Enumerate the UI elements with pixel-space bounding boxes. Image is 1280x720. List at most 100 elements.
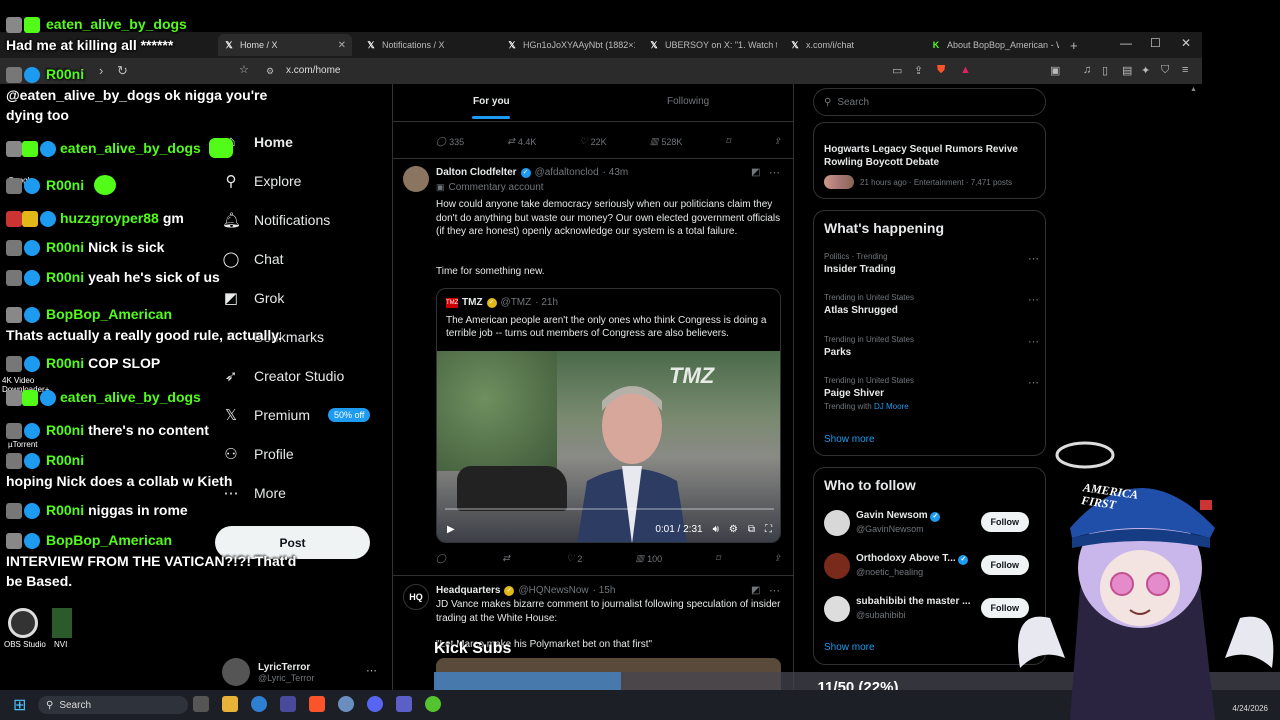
news-card[interactable]: Hogwarts Legacy Sequel Rumors Revive Row… [813, 122, 1046, 199]
more-icon[interactable]: ⋯ [1028, 293, 1039, 306]
reload-icon[interactable]: ↻ [117, 63, 128, 79]
discord-icon[interactable] [367, 696, 383, 712]
reply-button[interactable]: ◯ 335 [436, 136, 464, 147]
trend-item[interactable]: Trending in United States Paige Shiver T… [824, 376, 1039, 411]
brave-rewards-icon[interactable]: ▲ [960, 64, 971, 76]
author-name[interactable]: Headquarters [436, 585, 500, 596]
video-progress-track[interactable] [445, 508, 774, 510]
author-name[interactable]: Dalton Clodfelter [436, 167, 517, 178]
minimize-icon[interactable]: — [1120, 36, 1132, 50]
brave-icon[interactable] [309, 696, 325, 712]
like-button[interactable]: ♡ 22K [580, 136, 607, 147]
tweet-time[interactable]: · 43m [603, 167, 629, 178]
search-input[interactable]: ⚲ Search [813, 88, 1046, 116]
tweet-time[interactable]: · 15h [593, 585, 616, 596]
chat-username[interactable]: R00ni [46, 355, 84, 371]
volume-icon[interactable]: 🔊︎ [713, 524, 719, 535]
tab-about-bopbop[interactable]: K About BopBop_American - W... [925, 34, 1059, 56]
chat-username[interactable]: eaten_alive_by_dogs [60, 140, 201, 156]
nav-grok[interactable]: ◩ Grok [222, 289, 284, 307]
nav-explore[interactable]: ⚲ Explore [222, 172, 302, 190]
trend-item[interactable]: Politics · Trending Insider Trading ⋯ [824, 252, 1039, 275]
tab-following[interactable]: Following [667, 96, 709, 107]
play-icon[interactable]: ▶ [447, 524, 455, 535]
settings-icon[interactable]: ⚙ [729, 524, 738, 535]
settings-icon[interactable] [338, 696, 354, 712]
follow-suggestion[interactable]: Orthodoxy Above T... ✓ @noetic_healing F… [824, 551, 1039, 583]
more-icon[interactable]: ⋯ [1028, 252, 1039, 265]
tab-ubersoy[interactable]: 𝕏 UBERSOY on X: "1. Watch tran... [643, 34, 777, 56]
more-icon[interactable]: ⋯ [366, 664, 377, 677]
site-info-icon[interactable]: ⚙ [266, 66, 274, 77]
tab-image[interactable]: 𝕏 HGn1oJoXYAAyNbt (1882×16... [501, 34, 635, 56]
pip-icon[interactable]: ⧉ [748, 524, 755, 535]
chat-username[interactable]: R00ni [46, 422, 84, 438]
nav-premium[interactable]: 𝕏 Premium 50% off [222, 406, 371, 424]
trend-item[interactable]: Trending in United States Atlas Shrugged… [824, 293, 1039, 316]
nav-chat[interactable]: ◯ Chat [222, 250, 284, 268]
new-tab-button[interactable]: + [1064, 34, 1084, 56]
panel-icon[interactable]: ▯ [1102, 64, 1108, 77]
author-handle[interactable]: @HQNewsNow [518, 585, 588, 596]
tab-home[interactable]: 𝕏 Home / X ✕ [218, 34, 352, 56]
bookmark-button[interactable]: ⌑ [716, 553, 721, 564]
chat-username[interactable]: eaten_alive_by_dogs [60, 389, 201, 405]
scroll-up-icon[interactable]: ▲ [1190, 86, 1197, 94]
bookmark-page-icon[interactable]: ☆ [239, 63, 249, 76]
chat-username[interactable]: eaten_alive_by_dogs [46, 16, 187, 32]
chat-username[interactable]: R00ni [46, 452, 84, 468]
file-explorer-icon[interactable] [222, 696, 238, 712]
fullscreen-icon[interactable]: ⛶ [765, 524, 772, 535]
sidebar-icon[interactable]: ▣ [1050, 64, 1060, 77]
menu-icon[interactable]: ≡ [1182, 64, 1188, 76]
app-icon[interactable] [425, 696, 441, 712]
obs-studio-icon[interactable] [8, 608, 38, 638]
leo-icon[interactable]: ✦ [1141, 64, 1150, 77]
brave-shield-icon[interactable]: ⛊ [937, 64, 945, 77]
chat-username[interactable]: R00ni [46, 269, 84, 285]
vpn-icon[interactable]: ⛉ [1161, 64, 1169, 77]
account-switcher[interactable]: LyricTerror @Lyric_Terror ⋯ [222, 658, 377, 686]
chat-username[interactable]: R00ni [46, 502, 84, 518]
more-icon[interactable]: ⋯ [1028, 335, 1039, 348]
windows-start-icon[interactable]: ⊞ [13, 695, 26, 715]
repost-button[interactable]: ⇄ 4.4K [507, 136, 536, 147]
views-button[interactable]: ▥ 528K [650, 136, 683, 147]
tab-chat[interactable]: 𝕏 x.com/i/chat [784, 34, 918, 56]
tab-notifications[interactable]: 𝕏 Notifications / X [360, 34, 494, 56]
close-window-icon[interactable]: ✕ [1181, 36, 1191, 50]
nav-notifications[interactable]: 🔔︎ Notifications [222, 211, 330, 229]
chat-username[interactable]: R00ni [46, 239, 84, 255]
like-button[interactable]: ♡ 2 [566, 553, 582, 564]
share-icon[interactable]: ⇪ [914, 64, 923, 77]
share-button[interactable]: ⇪ [773, 553, 781, 564]
more-icon[interactable]: ⋯ [1028, 376, 1039, 389]
chat-username[interactable]: BopBop_American [46, 532, 172, 548]
app-icon[interactable] [396, 696, 412, 712]
cast-icon[interactable]: ▭ [892, 64, 902, 77]
follow-suggestion[interactable]: subahibibi the master ... @subahibibi Fo… [824, 594, 1039, 626]
grok-icon[interactable]: ◩ [751, 167, 760, 178]
video-player[interactable]: TMZ ▶ 0:01 / 2:31 🔊︎ ⚙ ⧉ ⛶ [437, 351, 780, 542]
views-button[interactable]: ▥ 100 [636, 553, 663, 564]
trend-extra-link[interactable]: DJ Moore [874, 402, 909, 411]
chat-username[interactable]: huzzgroyper88 [60, 210, 159, 226]
task-view-icon[interactable] [193, 696, 209, 712]
more-icon[interactable]: ⋯ [769, 166, 780, 179]
store-icon[interactable] [280, 696, 296, 712]
chat-username[interactable]: R00ni [46, 66, 84, 82]
forward-icon[interactable]: › [99, 63, 103, 78]
avatar[interactable] [403, 166, 429, 192]
follow-suggestion[interactable]: Gavin Newsom ✓ @GavinNewsom Follow [824, 508, 1039, 540]
close-icon[interactable]: ✕ [338, 40, 346, 51]
avatar[interactable]: HQ [403, 584, 429, 610]
share-button[interactable]: ⇪ [773, 136, 781, 147]
more-icon[interactable]: ⋯ [769, 584, 780, 597]
trend-item[interactable]: Trending in United States Parks ⋯ [824, 335, 1039, 358]
quoted-tweet[interactable]: TMZ TMZ ✓ @TMZ · 21h The American people… [436, 288, 781, 543]
tab-for-you[interactable]: For you [473, 96, 510, 107]
music-icon[interactable]: ♫ [1083, 64, 1091, 76]
nav-creator-studio[interactable]: ➶ Creator Studio [222, 367, 345, 385]
maximize-icon[interactable]: ☐ [1150, 36, 1161, 50]
author-handle[interactable]: @afdaltonclod [535, 167, 599, 178]
